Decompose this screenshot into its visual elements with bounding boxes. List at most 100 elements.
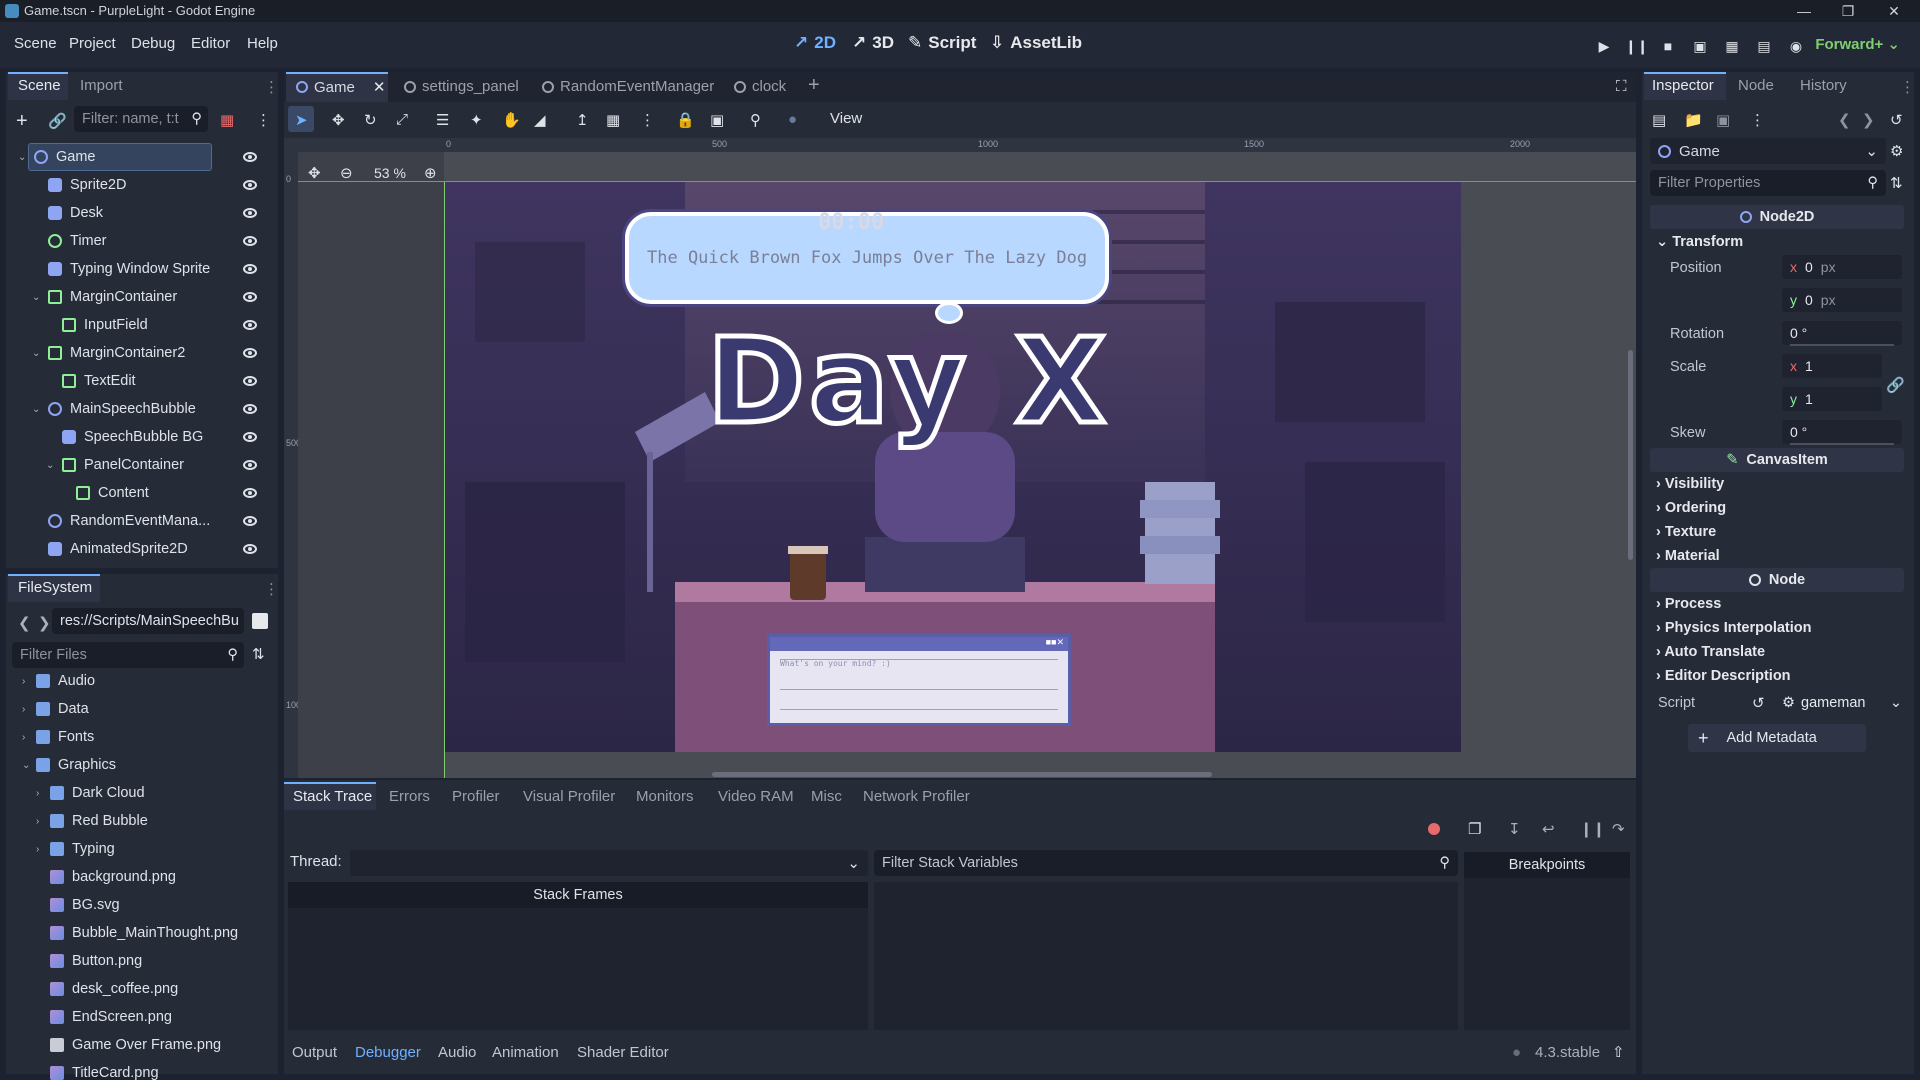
- list-select-icon[interactable]: ☰: [436, 111, 449, 129]
- pause-icon[interactable]: ❙❙: [1625, 35, 1648, 57]
- copy-icon[interactable]: ❐: [1468, 820, 1481, 838]
- visibility-eye-icon[interactable]: [243, 348, 257, 358]
- file-row[interactable]: BG.svg: [50, 892, 120, 918]
- record-icon[interactable]: [1428, 823, 1440, 835]
- tab-inspector[interactable]: Inspector: [1652, 77, 1714, 94]
- visibility-eye-icon[interactable]: [243, 432, 257, 442]
- visibility-eye-icon[interactable]: [243, 236, 257, 246]
- tab-monitors[interactable]: Monitors: [636, 788, 694, 805]
- thread-select[interactable]: ⌄: [350, 850, 868, 876]
- renderer-selector[interactable]: Forward+ ⌄: [1815, 35, 1900, 53]
- bottom-tab-animation[interactable]: Animation: [492, 1044, 559, 1061]
- folder-row[interactable]: Typing: [50, 836, 115, 862]
- visibility-eye-icon[interactable]: [243, 460, 257, 470]
- history-back-icon[interactable]: ❮: [1838, 111, 1851, 129]
- menu-editor[interactable]: Editor: [191, 35, 230, 52]
- menu-help[interactable]: Help: [247, 35, 278, 52]
- workspace-2d-button[interactable]: ↗ 2D: [794, 33, 836, 53]
- add-scene-tab-icon[interactable]: +: [808, 74, 820, 97]
- scene-node-row[interactable]: Game: [34, 144, 96, 170]
- scene-node-row[interactable]: PanelContainer: [62, 452, 184, 478]
- open-folder-icon[interactable]: 📁: [1684, 111, 1703, 129]
- close-tab-icon[interactable]: ✕: [373, 78, 386, 96]
- scene-node-row[interactable]: Typing Window Sprite: [48, 256, 210, 282]
- skew-field[interactable]: 0 °: [1782, 420, 1902, 444]
- camera-override-icon[interactable]: ●: [788, 111, 797, 128]
- visibility-eye-icon[interactable]: [243, 404, 257, 414]
- zoom-level[interactable]: 53 %: [374, 165, 406, 181]
- scene-tab-game[interactable]: Game ✕: [296, 78, 385, 96]
- visibility-eye-icon[interactable]: [243, 152, 257, 162]
- filter-properties-input[interactable]: Filter Properties ⚲: [1650, 170, 1886, 196]
- ruler-tool-icon[interactable]: ◢: [534, 111, 546, 129]
- folder-row[interactable]: Data: [36, 696, 89, 722]
- attach-script-icon[interactable]: ▦: [220, 111, 234, 129]
- rotation-slider[interactable]: [1790, 344, 1894, 346]
- file-row[interactable]: EndScreen.png: [50, 1004, 172, 1030]
- continue-icon[interactable]: ↷: [1612, 820, 1625, 838]
- sort-icon[interactable]: ⇅: [252, 645, 265, 663]
- inspector-extra-icon[interactable]: ⋮: [1750, 111, 1765, 129]
- remote-debug-icon[interactable]: ▣: [1689, 35, 1711, 57]
- close-window-icon[interactable]: ✕: [1884, 1, 1904, 21]
- group-auto-translate[interactable]: › Auto Translate: [1656, 644, 1765, 660]
- revert-icon[interactable]: ↺: [1752, 694, 1765, 712]
- scene-node-row[interactable]: MainSpeechBubble: [48, 396, 196, 422]
- file-row[interactable]: background.png: [50, 864, 176, 890]
- fs-menu-icon[interactable]: ⋮: [264, 580, 279, 598]
- expand-arrow-icon[interactable]: ›: [22, 732, 25, 743]
- group-process[interactable]: › Process: [1656, 596, 1721, 612]
- tab-errors[interactable]: Errors: [389, 788, 430, 805]
- position-x-field[interactable]: x 0 px: [1782, 255, 1902, 279]
- step-over-icon[interactable]: ↩: [1542, 820, 1555, 838]
- play-scene-icon[interactable]: ▦: [1721, 35, 1743, 57]
- visibility-eye-icon[interactable]: [243, 180, 257, 190]
- rotate-tool-icon[interactable]: ↻: [364, 111, 377, 129]
- split-view-icon[interactable]: [252, 613, 268, 629]
- fs-path-field[interactable]: res://Scripts/MainSpeechBu: [52, 608, 244, 634]
- script-field[interactable]: ⚙ gameman ⌄: [1782, 690, 1902, 716]
- workspace-3d-button[interactable]: ↗ 3D: [852, 33, 894, 53]
- scene-node-row[interactable]: SpeechBubble BG: [62, 424, 203, 450]
- stack-frames-pane[interactable]: Stack Frames: [288, 882, 868, 1030]
- visibility-eye-icon[interactable]: [243, 376, 257, 386]
- menu-project[interactable]: Project: [69, 35, 116, 52]
- visibility-eye-icon[interactable]: [243, 208, 257, 218]
- object-selector[interactable]: Game ⌄: [1650, 138, 1886, 164]
- scene-node-row[interactable]: Desk: [48, 200, 103, 226]
- inspector-menu-icon[interactable]: ⋮: [1900, 78, 1915, 96]
- skew-slider[interactable]: [1790, 443, 1894, 445]
- object-tools-icon[interactable]: ⚙: [1890, 142, 1903, 160]
- group-material[interactable]: › Material: [1656, 548, 1720, 564]
- save-icon[interactable]: ▣: [1716, 111, 1730, 129]
- breakpoints-pane[interactable]: Breakpoints: [1464, 852, 1630, 1030]
- pan-tool-icon[interactable]: ✋: [502, 111, 521, 129]
- pivot-tool-icon[interactable]: ✦: [470, 111, 483, 129]
- break-icon[interactable]: ❙❙: [1580, 820, 1605, 838]
- scene-tab-settings-panel[interactable]: settings_panel: [404, 78, 519, 95]
- vertical-scrollbar[interactable]: [1628, 350, 1633, 560]
- smart-snap-icon[interactable]: ↥: [576, 111, 589, 129]
- scene-node-row[interactable]: InputField: [62, 312, 148, 338]
- forward-icon[interactable]: ❯: [38, 614, 51, 632]
- expand-arrow-icon[interactable]: ⌄: [32, 292, 40, 303]
- stop-icon[interactable]: ■: [1657, 35, 1679, 57]
- zoom-out-icon[interactable]: ⊖: [340, 164, 353, 182]
- expand-arrow-icon[interactable]: ›: [36, 816, 39, 827]
- file-row[interactable]: Game Over Frame.png: [50, 1032, 221, 1058]
- expand-arrow-icon[interactable]: ›: [36, 844, 39, 855]
- scene-node-row[interactable]: RandomEventMana...: [48, 508, 210, 534]
- add-node-icon[interactable]: +: [16, 110, 28, 133]
- tab-scene[interactable]: Scene: [18, 77, 61, 94]
- minimize-icon[interactable]: —: [1794, 1, 1814, 21]
- add-metadata-button[interactable]: + Add Metadata: [1688, 724, 1866, 752]
- expand-arrow-icon[interactable]: ⌄: [46, 460, 54, 471]
- bottom-tab-shader-editor[interactable]: Shader Editor: [577, 1044, 669, 1061]
- center-view-icon[interactable]: ✥: [308, 164, 321, 182]
- view-menu[interactable]: View: [830, 110, 862, 127]
- workspace-script-button[interactable]: ✎ Script: [908, 33, 976, 53]
- tab-filesystem[interactable]: FileSystem: [18, 579, 92, 596]
- expand-arrow-icon[interactable]: ›: [36, 788, 39, 799]
- position-y-field[interactable]: y 0 px: [1782, 288, 1902, 312]
- tab-profiler[interactable]: Profiler: [452, 788, 500, 805]
